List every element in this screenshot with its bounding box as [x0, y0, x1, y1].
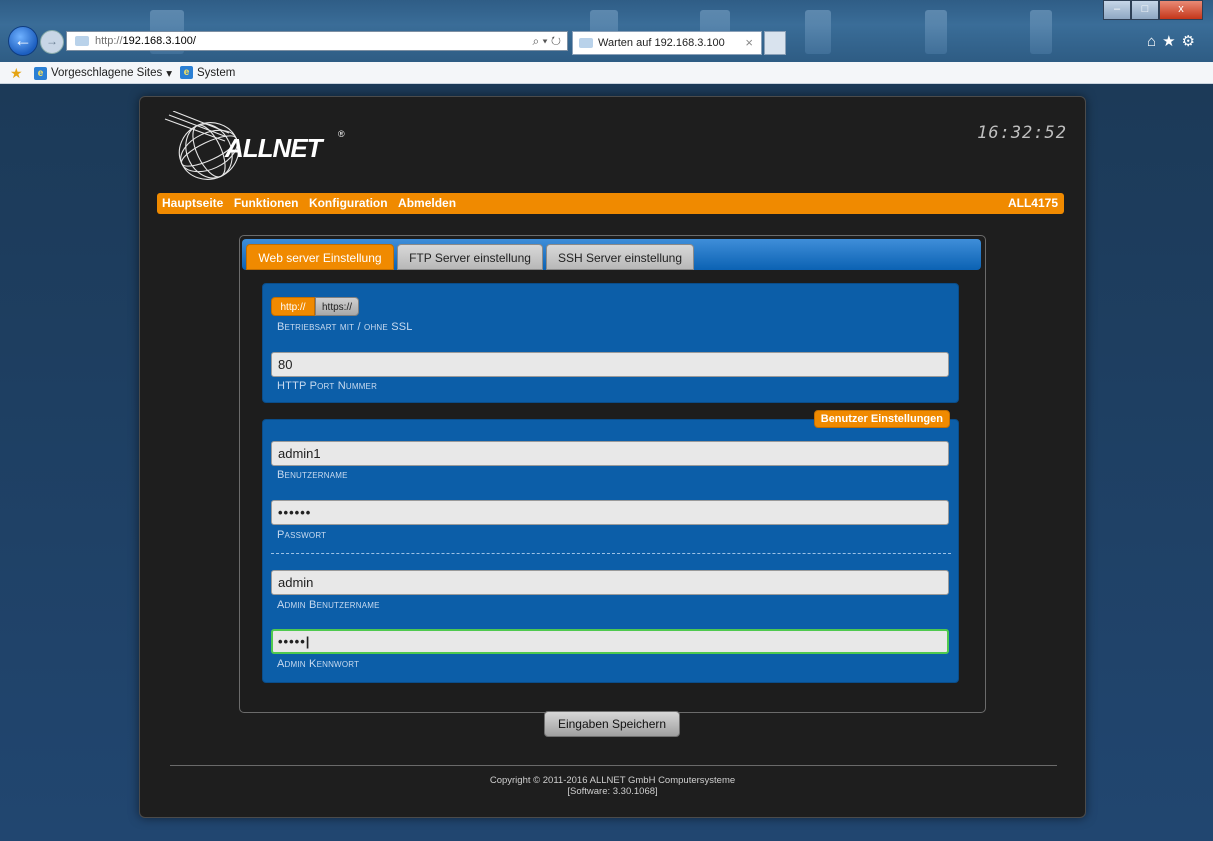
menu-item-abmelden[interactable]: Abmelden — [398, 193, 456, 214]
admin-username-input[interactable]: admin — [271, 570, 949, 595]
maximize-button[interactable]: □ — [1131, 0, 1159, 20]
http-port-input[interactable]: 80 — [271, 352, 949, 377]
clock: 16:32:52 — [977, 123, 1067, 143]
http-option[interactable]: http:// — [271, 297, 315, 316]
address-prefix: http:// — [95, 35, 123, 47]
forward-button[interactable]: → — [40, 30, 64, 54]
page-viewport: ALLNET ® 16:32:52 Hauptseite Funktionen … — [0, 84, 1213, 841]
copyright-text: Copyright © 2011-2016 ALLNET GmbH Comput… — [489, 775, 736, 786]
admin-password-input[interactable]: •••••| — [271, 629, 949, 654]
logo-text: ALLNET — [225, 133, 323, 163]
allnet-logo: ALLNET ® — [163, 110, 363, 183]
address-controls[interactable]: ⌕ ▾ ↻ — [532, 34, 561, 49]
password-label: Passwort — [277, 529, 327, 541]
menu-item-hauptseite[interactable]: Hauptseite — [162, 193, 223, 214]
ie-page-icon: e — [180, 66, 193, 79]
ssl-mode-toggle: http:// https:// — [271, 297, 379, 316]
new-tab-button[interactable] — [764, 31, 786, 55]
address-text: http://192.168.3.100/ — [95, 35, 196, 47]
site-favicon-icon — [75, 36, 89, 46]
window-controls: – □ x — [1103, 0, 1203, 20]
http-port-label: HTTP Port Nummer — [277, 380, 378, 392]
minimize-button[interactable]: – — [1103, 0, 1131, 20]
menu-item-funktionen[interactable]: Funktionen — [234, 193, 299, 214]
https-option[interactable]: https:// — [315, 297, 359, 316]
forward-arrow-icon: → — [46, 34, 58, 48]
tab-favicon-icon — [579, 38, 593, 48]
settings-box: Web server Einstellung FTP Server einste… — [239, 235, 986, 713]
menu-item-konfiguration[interactable]: Konfiguration — [309, 193, 388, 214]
back-arrow-icon: ← — [14, 30, 32, 50]
tab-ssh-server[interactable]: SSH Server einstellung — [546, 244, 694, 270]
admin-username-label: Admin Benutzername — [277, 599, 380, 611]
footer-divider — [170, 765, 1057, 766]
tab-strip: Web server Einstellung FTP Server einste… — [242, 239, 981, 270]
tab-title: Warten auf 192.168.3.100 — [598, 37, 725, 49]
password-input[interactable]: •••••• — [271, 500, 949, 525]
footer: Copyright © 2011-2016 ALLNET GmbH Comput… — [140, 775, 1085, 797]
toolbar-icons[interactable]: ⌂★⚙ — [1147, 32, 1201, 50]
background-decoration — [925, 10, 947, 54]
favorite-suggested-sites[interactable]: e Vorgeschlagene Sites ▾ — [34, 66, 172, 80]
user-settings-section: Benutzer Einstellungen admin1 Benutzerna… — [262, 410, 959, 683]
favorites-star-icon[interactable]: ★ — [10, 65, 23, 82]
device-model: ALL4175 — [1007, 196, 1058, 210]
back-button[interactable]: ← — [8, 26, 38, 56]
logo-registered-mark: ® — [338, 129, 345, 139]
server-settings-section: http:// https:// Betriebsart mit / ohne … — [262, 283, 959, 403]
tab-ftp-server[interactable]: FTP Server einstellung — [397, 244, 543, 270]
background-decoration — [805, 10, 831, 54]
software-version: [Software: 3.30.1068] — [567, 786, 658, 797]
browser-tab[interactable]: Warten auf 192.168.3.100 × — [572, 31, 762, 55]
main-menu: Hauptseite Funktionen Konfiguration Abme… — [157, 193, 1064, 214]
ie-page-icon: e — [34, 66, 47, 80]
main-panel: ALLNET ® 16:32:52 Hauptseite Funktionen … — [139, 96, 1086, 818]
username-input[interactable]: admin1 — [271, 441, 949, 466]
chevron-down-icon: ▾ — [166, 68, 173, 80]
background-decoration — [1030, 10, 1052, 54]
admin-password-label: Admin Kennwort — [277, 658, 360, 670]
username-label: Benutzername — [277, 469, 348, 481]
favorite-label: System — [197, 66, 236, 79]
browser-titlebar: ← → http://192.168.3.100/ ⌕ ▾ ↻ Warten a… — [0, 0, 1213, 62]
tab-close-icon[interactable]: × — [745, 35, 753, 50]
address-bar[interactable]: http://192.168.3.100/ ⌕ ▾ ↻ — [66, 31, 568, 51]
user-settings-badge: Benutzer Einstellungen — [813, 410, 950, 428]
save-button[interactable]: Eingaben Speichern — [544, 711, 680, 737]
close-window-button[interactable]: x — [1159, 0, 1203, 20]
tab-web-server[interactable]: Web server Einstellung — [246, 244, 394, 270]
mode-label: Betriebsart mit / ohne SSL — [277, 321, 413, 333]
favorite-label: Vorgeschlagene Sites — [51, 67, 163, 79]
address-host: 192.168.3.100/ — [122, 35, 196, 47]
favorites-bar: ★ e Vorgeschlagene Sites ▾ e System — [0, 62, 1213, 84]
favorite-system[interactable]: e System — [180, 66, 235, 79]
section-divider — [271, 553, 951, 554]
